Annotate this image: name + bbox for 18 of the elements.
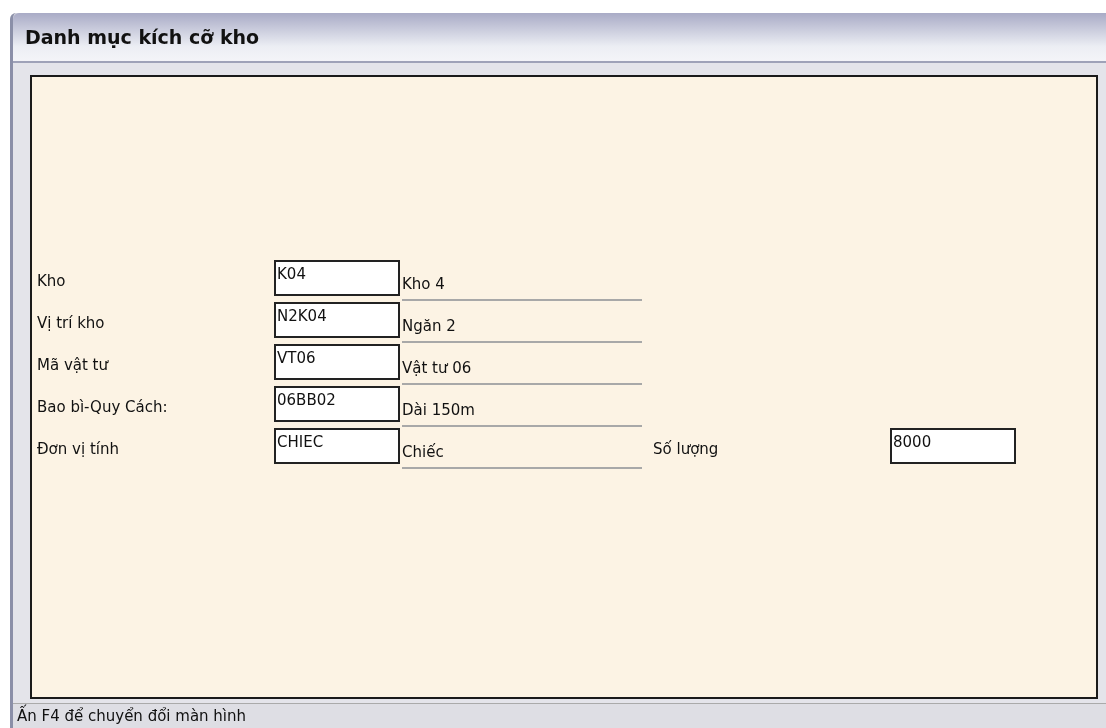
input-field[interactable]: 8000 <box>890 428 1016 464</box>
field-description: Ngăn 2 <box>402 307 642 343</box>
input-field[interactable]: 06BB02 <box>274 386 400 422</box>
field-description: Kho 4 <box>402 265 642 301</box>
field-label: Bao bì-Quy Cách: <box>37 397 169 416</box>
input-field[interactable]: VT06 <box>274 344 400 380</box>
field-description: Chiếc <box>402 433 642 469</box>
field-label: Mã vật tư <box>37 355 110 374</box>
field-description: Dài 150m <box>402 391 642 427</box>
field-label: Đơn vị tính <box>37 439 120 458</box>
input-field[interactable]: N2K04 <box>274 302 400 338</box>
input-field[interactable]: K04 <box>274 260 400 296</box>
input-field[interactable]: CHIEC <box>274 428 400 464</box>
field-description: Vật tư 06 <box>402 349 642 385</box>
field-label: Số lượng <box>653 439 720 458</box>
window-title: Danh mục kích cỡ kho <box>13 13 1106 63</box>
field-label: Kho <box>37 271 67 290</box>
field-label: Vị trí kho <box>37 313 106 332</box>
